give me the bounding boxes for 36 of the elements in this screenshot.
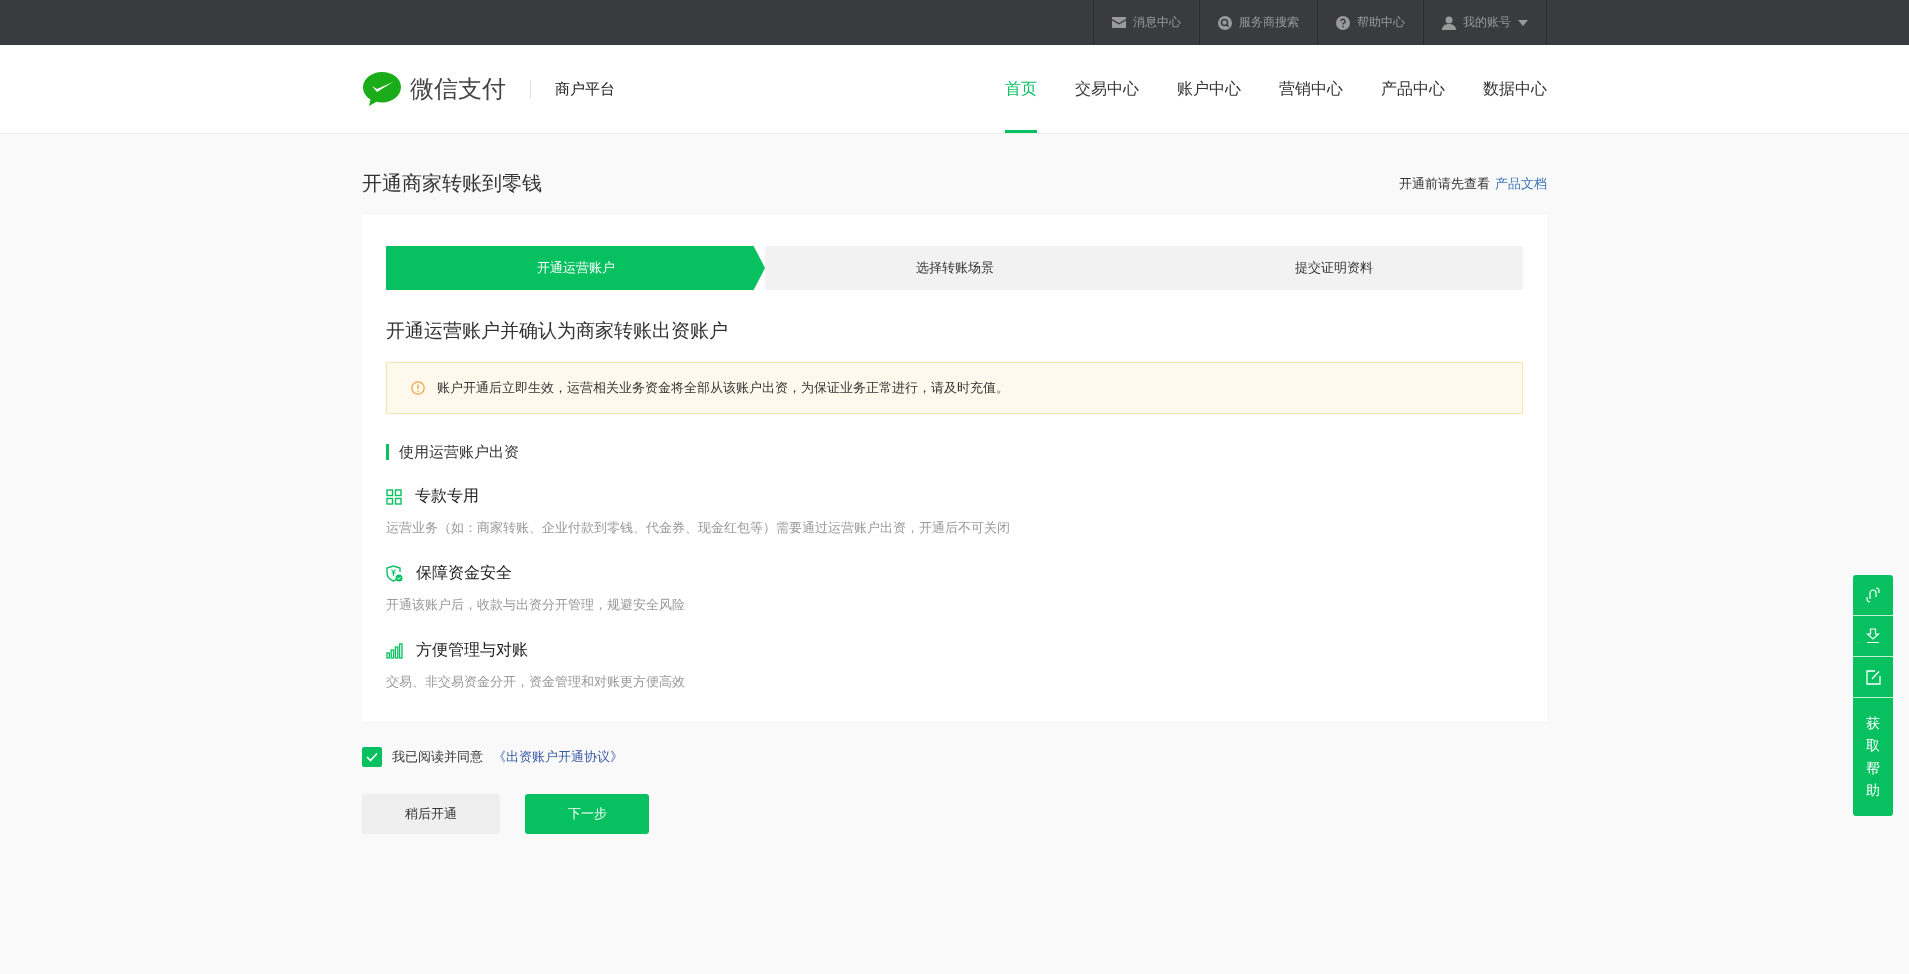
nav-tab[interactable]: 数据中心 [1483,45,1547,133]
logo-icon [362,71,402,107]
feature-title: 方便管理与对账 [416,640,528,661]
nav-tab[interactable]: 账户中心 [1177,45,1241,133]
bar-chart-icon [386,642,403,659]
edit-icon [1865,669,1881,685]
platform-name: 商户平台 [555,79,615,99]
doc-hint: 开通前请先查看 [1399,174,1490,193]
check-icon [366,752,378,762]
shield-icon [386,565,403,582]
nav-tab[interactable]: 营销中心 [1279,45,1343,133]
feature-description: 运营业务（如：商家转账、企业付款到零钱、代金券、现金红包等）需要通过运营账户出资，开通后不可关闭 [386,519,1011,537]
nav-tab[interactable]: 产品中心 [1381,45,1445,133]
grid-icon [386,488,402,505]
mail-icon [1112,17,1126,28]
nav-tab[interactable]: 交易中心 [1075,45,1139,133]
agreement-text: 我已阅读并同意 [392,748,483,766]
warning-icon [411,381,425,395]
download-icon [1866,628,1880,644]
feature-description: 开通该账户后，收款与出资分开管理，规避安全风险 [386,596,686,614]
later-button[interactable]: 稍后开通 [362,794,500,834]
doc-link[interactable]: 产品文档 [1495,174,1547,193]
card-heading: 开通运营账户并确认为商家转账出资账户 [386,318,729,343]
help-icon [1336,15,1350,30]
section-title: 使用运营账户出资 [386,444,1523,460]
link-icon [1866,587,1880,603]
agreement-checkbox[interactable] [362,747,382,767]
agreement-link[interactable]: 《出资账户开通协议》 [493,748,623,766]
page-title: 开通商家转账到零钱 [362,170,542,197]
user-icon [1442,15,1456,30]
feature-description: 交易、非交易资金分开，资金管理和对账更方便高效 [386,673,686,691]
brand-name: 微信支付 [410,74,506,105]
feature-title: 专款专用 [415,486,479,507]
notice-text: 账户开通后立即生效，运营相关业务资金将全部从该账户出资，为保证业务正常进行，请及时充值。 [437,379,1009,397]
feature-title: 保障资金安全 [416,563,512,584]
search-icon [1218,15,1232,30]
